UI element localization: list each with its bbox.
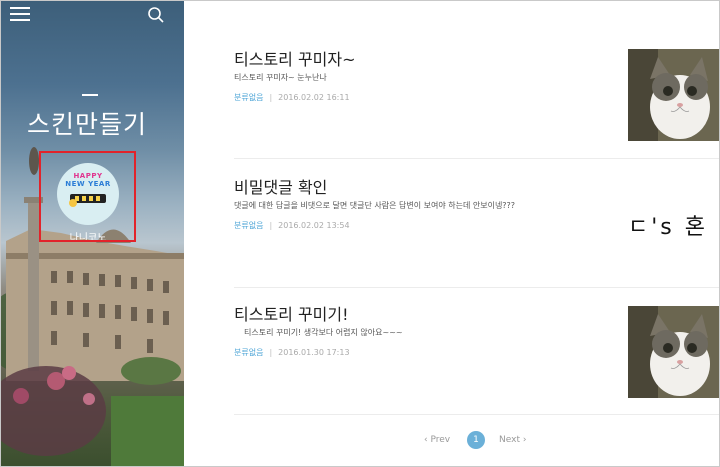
post-title[interactable]: 티스토리 꾸미자~ <box>234 46 356 70</box>
search-icon <box>148 7 164 23</box>
cat-photo <box>628 306 719 398</box>
blog-title[interactable]: 스킨만들기 <box>1 105 173 141</box>
hamburger-icon-line <box>10 19 30 21</box>
post-item: 비밀댓글 확인 댓글에 대한 답글을 비댓으로 달면 댓글단 사람은 답변이 보… <box>234 174 719 274</box>
divider <box>234 287 719 288</box>
post-thumbnail[interactable]: ㄷ's 혼 <box>628 189 719 281</box>
menu-button[interactable] <box>10 7 30 23</box>
post-meta: 분류없음 | 2016.02.02 16:11 <box>234 92 350 103</box>
title-dash <box>82 94 98 96</box>
post-excerpt: 댓글에 대한 답글을 비댓으로 달면 댓글단 사람은 답변이 보여야 하는데 안… <box>234 201 516 210</box>
blog-window: 스킨만들기 HAPPY NEW YEAR 나니코노 티스토리 꾸미자~ 티스토리… <box>0 0 720 467</box>
divider <box>234 414 719 415</box>
post-excerpt: 티스토리 꾸미자~ 눈누난나 <box>234 73 327 82</box>
post-date: 2016.02.02 13:54 <box>278 221 350 230</box>
post-date: 2016.02.02 16:11 <box>278 93 350 102</box>
next-page-link[interactable]: Next › <box>499 435 526 445</box>
post-item: 티스토리 꾸미자~ 티스토리 꾸미자~ 눈누난나 분류없음 | 2016.02.02… <box>234 46 719 146</box>
post-thumbnail[interactable] <box>628 49 719 141</box>
hamburger-icon <box>10 7 30 9</box>
post-category-link[interactable]: 분류없음 <box>234 93 263 102</box>
post-category-link[interactable]: 분류없음 <box>234 221 263 230</box>
post-list: 티스토리 꾸미자~ 티스토리 꾸미자~ 눈누난나 분류없음 | 2016.02.02… <box>184 1 719 466</box>
meta-separator: | <box>269 221 273 230</box>
sidebar: 스킨만들기 HAPPY NEW YEAR 나니코노 <box>1 1 184 466</box>
highlight-box <box>39 151 136 242</box>
divider <box>234 158 719 159</box>
post-item: 티스토리 꾸미기! 티스토리 꾸미기! 생각보다 어렵지 않아요~~~ 분류없음… <box>234 301 719 401</box>
post-date: 2016.01.30 17:13 <box>278 348 350 357</box>
search-button[interactable] <box>147 6 165 24</box>
meta-separator: | <box>269 348 273 357</box>
meta-separator: | <box>269 93 273 102</box>
post-meta: 분류없음 | 2016.01.30 17:13 <box>234 347 350 358</box>
handwriting-text: ㄷ's 혼 <box>628 215 708 240</box>
cat-photo <box>628 49 719 141</box>
post-excerpt: 티스토리 꾸미기! 생각보다 어렵지 않아요~~~ <box>244 328 403 337</box>
post-title[interactable]: 티스토리 꾸미기! <box>234 301 349 325</box>
post-category-link[interactable]: 분류없음 <box>234 348 263 357</box>
post-thumbnail[interactable] <box>628 306 719 398</box>
post-meta: 분류없음 | 2016.02.02 13:54 <box>234 220 350 231</box>
prev-page-link[interactable]: ‹ Prev <box>424 435 450 445</box>
hamburger-icon-line <box>10 13 30 15</box>
post-title[interactable]: 비밀댓글 확인 <box>234 174 327 198</box>
page-number-current[interactable]: 1 <box>467 431 485 449</box>
